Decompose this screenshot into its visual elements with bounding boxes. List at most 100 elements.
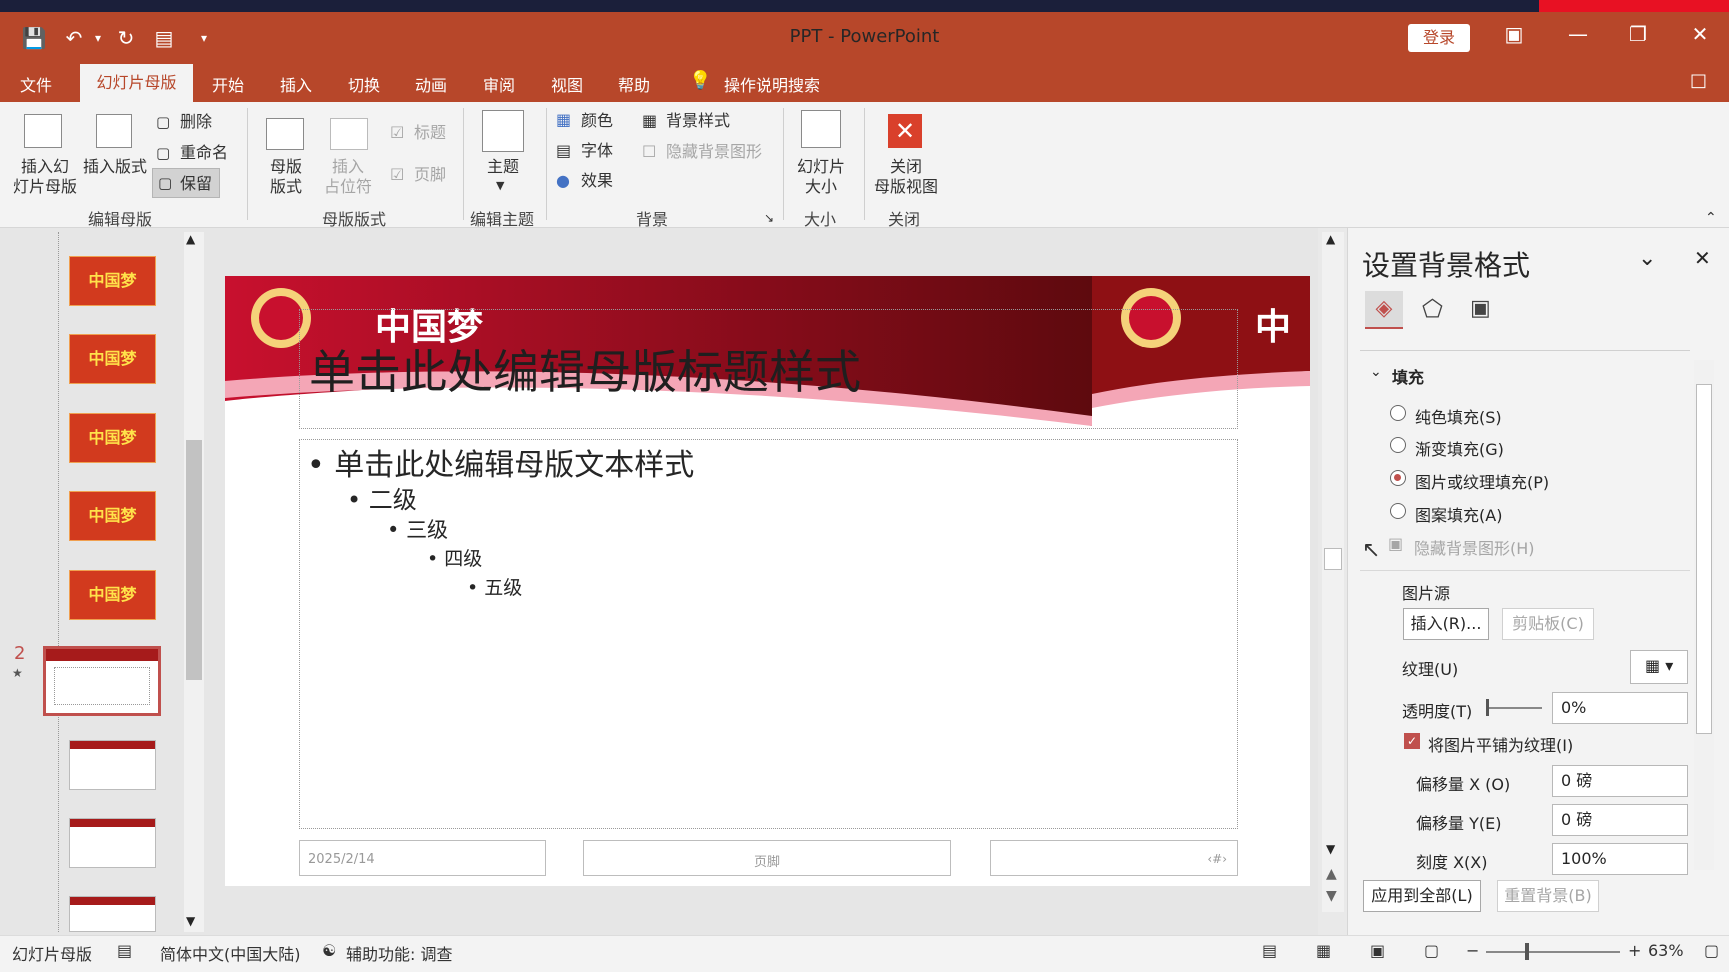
transparency-input[interactable]: 0% <box>1552 692 1688 724</box>
layout-thumbnail[interactable] <box>69 818 156 868</box>
slide-thumbnail[interactable]: 中国梦 <box>69 334 156 384</box>
redo-icon[interactable]: ↻ <box>112 24 140 52</box>
tile-checkbox[interactable]: ✓ <box>1404 733 1420 749</box>
tab-view[interactable]: 视图 <box>551 72 583 96</box>
tab-slide-master[interactable]: 幻灯片母版 <box>80 64 193 102</box>
slide-thumbnail[interactable]: 中国梦 <box>69 256 156 306</box>
slide-sorter-icon[interactable]: ▦ <box>1316 941 1331 960</box>
save-icon[interactable]: 💾 <box>20 24 48 52</box>
fonts-button[interactable]: 字体 <box>581 141 613 161</box>
zoom-level[interactable]: 63% <box>1648 941 1684 960</box>
gradient-fill-radio[interactable] <box>1390 437 1406 453</box>
spelling-check-icon[interactable]: ▤ <box>117 941 132 960</box>
tab-home[interactable]: 开始 <box>212 72 244 96</box>
gradient-fill-label[interactable]: 渐变填充(G) <box>1415 436 1504 460</box>
collapse-ribbon-icon[interactable]: ⌃ <box>1705 208 1717 228</box>
zoom-slider-thumb[interactable] <box>1525 943 1529 960</box>
canvas-scroll-down-icon[interactable]: ▼ <box>1326 842 1335 856</box>
body-placeholder[interactable] <box>299 439 1238 829</box>
theme-dropdown-icon[interactable]: ▼ <box>496 176 504 196</box>
insert-layout-button[interactable]: 插入版式 <box>80 157 150 177</box>
canvas-scrollbar[interactable] <box>1322 232 1344 912</box>
effects-button[interactable]: 效果 <box>581 171 613 191</box>
tab-animations[interactable]: 动画 <box>415 72 447 96</box>
canvas-scroll-thumb[interactable] <box>1324 548 1342 570</box>
zoom-out-icon[interactable]: − <box>1466 941 1479 960</box>
tab-file[interactable]: 文件 <box>20 72 52 96</box>
texture-dropdown[interactable]: ▦ ▾ <box>1630 650 1688 684</box>
apply-to-all-button[interactable]: 应用到全部(L) <box>1363 880 1481 912</box>
tab-review[interactable]: 审阅 <box>483 72 515 96</box>
pattern-fill-radio[interactable] <box>1390 503 1406 519</box>
transparency-slider-thumb[interactable] <box>1486 699 1489 716</box>
close-master-view-button[interactable]: 关闭 母版视图 <box>868 157 944 197</box>
picture-tab-icon[interactable]: ▣ <box>1470 296 1491 321</box>
customize-qa-icon[interactable]: ▾ <box>190 24 218 52</box>
scroll-up-icon[interactable]: ▲ <box>186 232 195 246</box>
pattern-fill-label[interactable]: 图案填充(A) <box>1415 502 1502 526</box>
login-button[interactable]: 登录 <box>1408 24 1470 52</box>
theme-button[interactable]: 主题 <box>482 157 524 177</box>
master-layout-button[interactable]: 母版 版式 <box>262 157 310 197</box>
slideshow-icon[interactable]: ▢ <box>1424 941 1439 960</box>
fill-tab[interactable]: ◈ <box>1365 291 1403 329</box>
comments-icon[interactable]: □ <box>1690 70 1707 91</box>
effects-tab-pentagon-icon[interactable]: ⬠ <box>1422 295 1443 323</box>
picture-fill-label[interactable]: 图片或纹理填充(P) <box>1415 469 1549 493</box>
zoom-slider[interactable] <box>1486 951 1620 953</box>
layout-thumbnail[interactable] <box>69 896 156 932</box>
delete-button[interactable]: 删除 <box>180 112 212 132</box>
slide-thumbnail[interactable]: 中国梦 <box>69 570 156 620</box>
tab-transitions[interactable]: 切换 <box>348 72 380 96</box>
fill-section-header[interactable]: 填充 <box>1392 364 1424 388</box>
solid-fill-radio[interactable] <box>1390 405 1406 421</box>
fit-to-window-icon[interactable]: ▢ <box>1704 941 1719 960</box>
selected-layout-thumbnail[interactable] <box>43 646 161 716</box>
pane-scroll-thumb[interactable] <box>1696 384 1712 734</box>
rename-button[interactable]: 重命名 <box>180 143 228 163</box>
layout-thumbnail[interactable] <box>69 740 156 790</box>
pane-close-icon[interactable]: ✕ <box>1694 246 1711 270</box>
language-label[interactable]: 简体中文(中国大陆) <box>160 941 301 965</box>
footer-placeholder[interactable]: 页脚 <box>583 840 951 876</box>
thumbnail-scroll-thumb[interactable] <box>186 440 202 680</box>
scale-x-input[interactable]: 100% <box>1552 843 1688 875</box>
slide-master[interactable]: 中国梦 中 单击此处编辑母版标题样式 • 单击此处编辑母版文本样式 • 二级 •… <box>225 276 1310 886</box>
prev-slide-icon[interactable]: ▲ <box>1326 866 1337 882</box>
background-dialog-launcher-icon[interactable]: ↘ <box>764 208 774 228</box>
normal-view-icon[interactable]: ▤ <box>1262 941 1277 960</box>
accessibility-label[interactable]: 辅助功能: 调查 <box>346 941 452 965</box>
close-window-icon[interactable]: ✕ <box>1680 22 1720 46</box>
undo-dropdown-icon[interactable]: ▾ <box>84 24 112 52</box>
search-tell-me[interactable]: 操作说明搜索 <box>724 72 820 96</box>
tab-insert[interactable]: 插入 <box>280 72 312 96</box>
offset-x-input[interactable]: 0 磅 <box>1552 765 1688 797</box>
insert-slide-master-button[interactable]: 插入幻 灯片母版 <box>10 157 80 197</box>
offset-y-input[interactable]: 0 磅 <box>1552 804 1688 836</box>
restore-icon[interactable]: ❐ <box>1618 22 1658 46</box>
tile-label[interactable]: 将图片平铺为纹理(I) <box>1428 732 1573 756</box>
next-slide-icon[interactable]: ▼ <box>1326 888 1337 904</box>
colors-button[interactable]: 颜色 <box>581 111 613 131</box>
canvas-scroll-up-icon[interactable]: ▲ <box>1326 232 1335 246</box>
fill-collapse-icon[interactable]: ⌄ <box>1370 364 1382 380</box>
date-placeholder[interactable]: 2025/2/14 <box>299 840 546 876</box>
tab-help[interactable]: 帮助 <box>618 72 650 96</box>
present-icon[interactable]: ▤ <box>150 24 178 52</box>
insert-picture-button[interactable]: 插入(R)... <box>1403 608 1489 640</box>
pane-options-chevron-icon[interactable]: ⌄ <box>1638 246 1656 271</box>
slide-thumbnail[interactable]: 中国梦 <box>69 491 156 541</box>
bg-styles-button[interactable]: 背景样式 <box>666 111 730 131</box>
slide-number-placeholder[interactable]: ‹#› <box>990 840 1238 876</box>
ribbon-display-icon[interactable]: ▣ <box>1494 22 1534 46</box>
zoom-in-icon[interactable]: + <box>1628 941 1641 960</box>
reading-view-icon[interactable]: ▣ <box>1370 941 1385 960</box>
minimize-icon[interactable]: — <box>1558 22 1598 46</box>
transparency-slider[interactable] <box>1486 707 1542 709</box>
picture-fill-radio[interactable] <box>1390 470 1406 486</box>
slide-thumbnail[interactable]: 中国梦 <box>69 413 156 463</box>
solid-fill-label[interactable]: 纯色填充(S) <box>1415 404 1502 428</box>
preserve-button[interactable]: 保留 <box>180 174 212 194</box>
scroll-down-icon[interactable]: ▼ <box>186 914 195 928</box>
slide-size-button[interactable]: 幻灯片 大小 <box>790 157 852 197</box>
